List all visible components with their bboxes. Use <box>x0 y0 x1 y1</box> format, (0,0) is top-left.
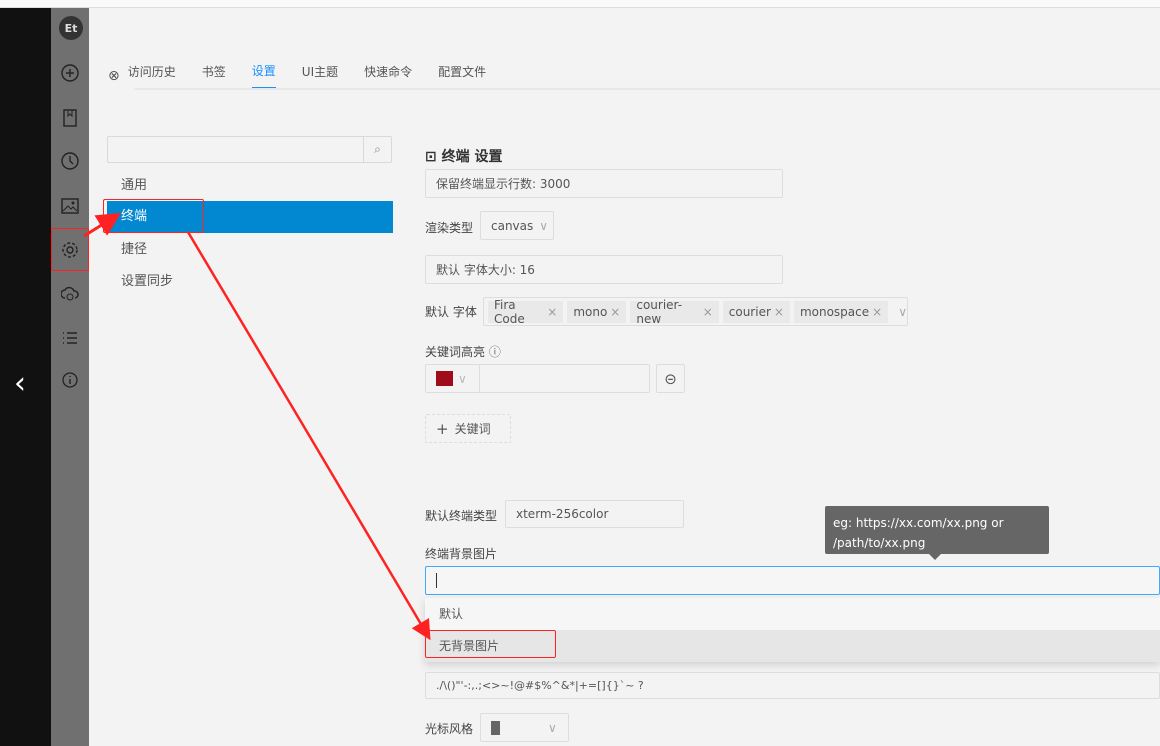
arrow-gear-to-terminal <box>83 212 122 238</box>
annotation-arrows <box>83 212 431 641</box>
arrow-terminal-to-option <box>186 231 431 641</box>
